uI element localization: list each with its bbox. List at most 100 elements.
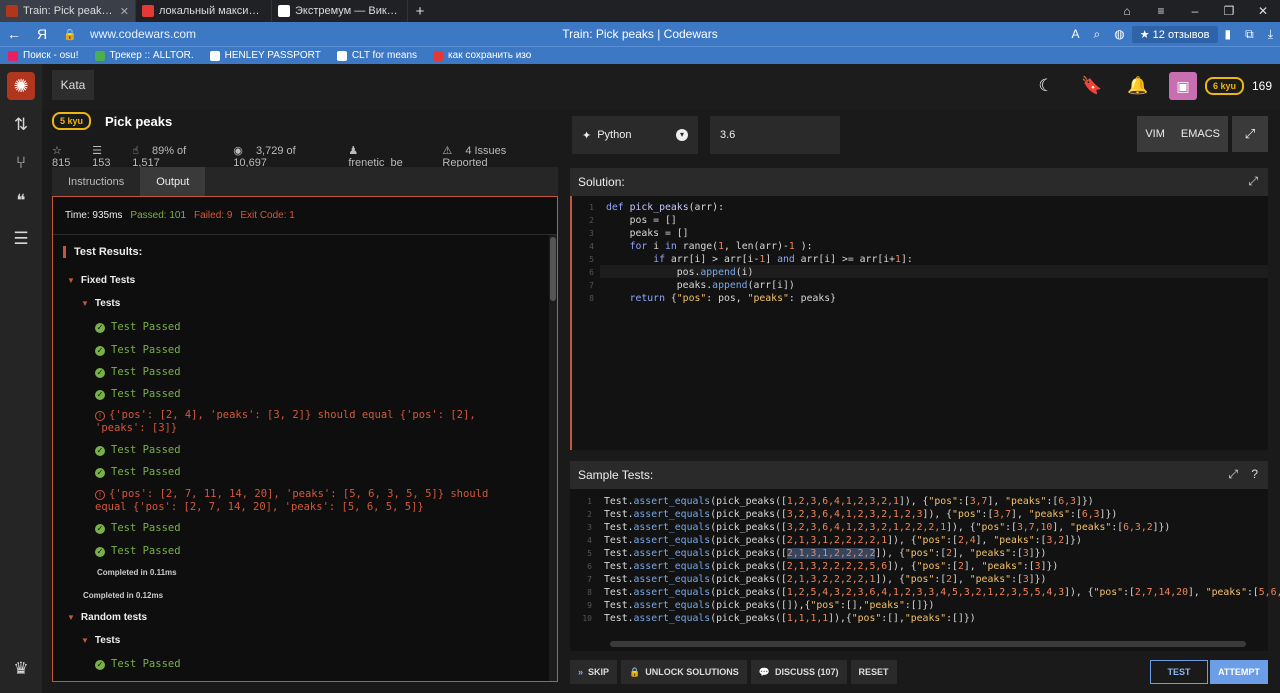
bookmarks-manager-icon[interactable]: ⌂ (1110, 4, 1144, 18)
expand-icon[interactable]: ⤢ (1248, 174, 1258, 189)
test-button[interactable]: TEST (1150, 660, 1208, 684)
restore-icon[interactable]: ❐ (1212, 4, 1246, 18)
check-icon: ✓ (95, 468, 105, 478)
emacs-mode-button[interactable]: EMACS (1172, 116, 1228, 152)
close-tab-icon[interactable]: ✕ (120, 5, 129, 18)
minimize-icon[interactable]: – (1178, 4, 1212, 18)
avatar[interactable]: ▣ (1168, 72, 1197, 100)
bookmark-icon[interactable]: ▮ (1218, 27, 1239, 41)
line-number: 4 (589, 242, 594, 251)
back-icon[interactable]: ← (0, 26, 28, 42)
group-tests[interactable]: ▼ Tests (81, 298, 120, 309)
codewars-logo-icon[interactable]: ✺ (7, 72, 35, 100)
code-line: Test.assert_equals(pick_peaks([3,2,3,6,4… (604, 509, 1118, 520)
collections-icon[interactable]: ⧉ (1238, 27, 1261, 42)
language-select[interactable]: ✦ Python ▾ (572, 116, 698, 154)
test-passed: ✓ Test Passed (95, 444, 181, 456)
page-icon (336, 50, 347, 61)
dark-mode-moon-icon[interactable]: ☾ (1023, 76, 1069, 96)
test-results-heading: Test Results: (63, 246, 142, 258)
check-icon: ✓ (95, 390, 105, 400)
failed-count: Failed: 9 (194, 210, 233, 221)
bookmark-henley[interactable]: HENLEY PASSPORT (202, 50, 329, 61)
help-icon[interactable]: ? (1251, 467, 1258, 481)
user-icon: ♟ (348, 145, 359, 157)
browser-tab-codewars[interactable]: Train: Pick peaks | Codew ✕ (0, 0, 136, 22)
docs-icon[interactable]: ☰ (0, 220, 42, 258)
group-tests[interactable]: ▼ Tests (81, 635, 120, 646)
code-line: Test.assert_equals(pick_peaks([1,2,5,4,3… (604, 587, 1280, 598)
bookmark-alltor[interactable]: Трекер :: ALLTOR. (87, 50, 202, 61)
bookmarks-icon[interactable]: 🔖 (1069, 76, 1115, 96)
user-rank-badge: 6 kyu (1204, 77, 1244, 95)
tab-instructions[interactable]: Instructions (52, 167, 140, 196)
vim-mode-button[interactable]: VIM (1137, 116, 1173, 152)
solution-editor[interactable]: 1 2 3 4 5 6 7 8 def pick_peaks(arr): pos… (570, 196, 1268, 450)
skip-button[interactable]: » SKIP (570, 660, 618, 684)
kumite-icon[interactable]: ⑂ (0, 144, 42, 182)
page-icon (209, 50, 220, 61)
unlock-solutions-button[interactable]: 🔒 UNLOCK SOLUTIONS (621, 660, 747, 684)
check-icon: ✓ (95, 368, 105, 378)
collections-count[interactable]: ☰ 153 (92, 144, 122, 169)
stars-count[interactable]: ☆ 815 (52, 144, 82, 169)
address-bar: ← Я 🔒 www.codewars.com Train: Pick peaks… (0, 22, 1280, 46)
bookmark-osu[interactable]: Поиск - osu! (0, 50, 87, 61)
kata-tab[interactable]: Kata (52, 70, 94, 100)
attempt-button[interactable]: ATTEMPT (1210, 660, 1268, 684)
group-label: Tests (94, 298, 121, 309)
expand-icon[interactable]: ⤢ (1228, 467, 1238, 482)
practice-icon[interactable]: ⇅ (0, 106, 42, 144)
code-line: return {"pos": pos, "peaks": peaks} (629, 293, 837, 304)
browser-tab-wikipedia[interactable]: Экстремум — Википедия (272, 0, 408, 22)
kata-stats: ☆ 815 ☰ 153 ☝ 89% of 1,517 ◉ 3,729 of 10… (52, 144, 570, 169)
group-random-tests[interactable]: ▼ Random tests (67, 612, 147, 623)
reset-button[interactable]: RESET (850, 660, 897, 684)
bookmark-save-image[interactable]: как сохранить изо (425, 50, 539, 61)
leaderboard-trophy-icon[interactable]: ♛ (0, 650, 42, 688)
yandex-home-icon[interactable]: Я (28, 26, 56, 42)
window-controls: ⌂ ≡ – ❐ ✕ (1110, 0, 1280, 22)
code-line: Test.assert_equals(pick_peaks([3,2,3,6,4… (604, 522, 1171, 533)
run-time: Time: 935ms (65, 210, 123, 221)
test-failed: ! {'pos': [2, 4], 'peaks': [3, 2]} should… (95, 409, 495, 435)
notifications-bell-icon[interactable]: 🔔 (1115, 76, 1161, 96)
kata-title[interactable]: Pick peaks (105, 114, 172, 129)
python-icon: ✦ (582, 129, 592, 142)
discuss-button[interactable]: 💬 DISCUSS (107) (750, 660, 847, 684)
version-select[interactable]: 3.6 (710, 116, 840, 154)
test-passed: ✓ Test Passed (95, 366, 181, 378)
output-scrollbar[interactable] (549, 235, 557, 681)
close-window-icon[interactable]: ✕ (1246, 4, 1280, 18)
code-line: peaks.append(arr[i]) (606, 280, 795, 291)
code-line: def pick_peaks(arr): (606, 202, 724, 213)
menu-icon[interactable]: ≡ (1144, 4, 1178, 18)
zoom-icon[interactable]: ⌕ (1087, 27, 1108, 42)
line-number: 2 (589, 216, 594, 225)
issues-link[interactable]: ⚠ 4 Issues Reported (442, 144, 560, 169)
exit-code: Exit Code: 1 (240, 210, 295, 221)
browser-tab-yandex[interactable]: локальный максимум — Я (136, 0, 272, 22)
translate-icon[interactable]: A (1065, 27, 1087, 41)
discuss-icon[interactable]: ❝ (0, 182, 42, 220)
reviews-badge[interactable]: ★ 12 отзывов (1131, 25, 1218, 43)
caret-down-icon: ▼ (67, 613, 75, 622)
new-tab-button[interactable]: + (408, 3, 432, 20)
url-field[interactable]: www.codewars.com (90, 27, 196, 41)
line-number: 2 (587, 510, 592, 519)
tab-output[interactable]: Output (140, 167, 206, 196)
sample-tests-editor[interactable]: 1 2 3 4 5 6 7 8 9 10 Test.assert_equals(… (570, 489, 1280, 651)
bookmark-clt[interactable]: CLT for means (329, 50, 425, 61)
author[interactable]: ♟ frenetic_be (348, 144, 432, 169)
lock-icon: 🔒 (629, 666, 641, 677)
fullscreen-icon[interactable]: ⤢ (1232, 116, 1268, 152)
passed-count: Passed: 101 (130, 210, 187, 221)
horizontal-scrollbar[interactable] (610, 641, 1246, 647)
alltor-icon (94, 50, 105, 61)
group-fixed-tests[interactable]: ▼ Fixed Tests (67, 275, 135, 286)
test-label: Test Passed (111, 388, 181, 400)
wikipedia-favicon-icon (278, 5, 290, 17)
output-scrollbar-thumb[interactable] (550, 237, 556, 301)
reader-icon[interactable]: ◍ (1107, 27, 1131, 41)
download-icon[interactable]: ⤓ (1261, 27, 1280, 42)
